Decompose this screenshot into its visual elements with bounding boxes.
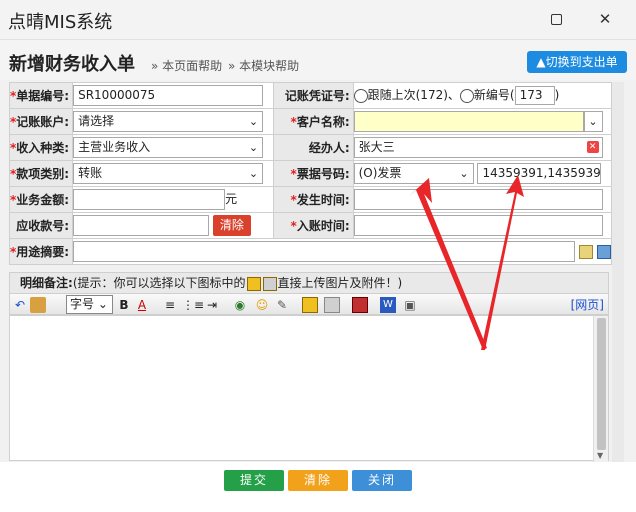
follow-last-radio[interactable]: [353, 88, 368, 103]
paste-icon[interactable]: [30, 297, 46, 313]
bill-type-select[interactable]: (O)发票 ⌄: [353, 163, 474, 184]
undo-icon[interactable]: ↶: [12, 297, 28, 313]
close-window-button[interactable]: ✕: [590, 8, 620, 32]
bold-icon[interactable]: B: [116, 297, 132, 313]
window-title: 点晴MIS系统: [8, 12, 113, 33]
clear-receivable-button[interactable]: 清除: [212, 215, 251, 236]
clear-button[interactable]: 清除: [288, 470, 348, 491]
page-header: 新增财务收入单 » 本页面帮助 » 本模块帮助 ▲切换到支出单: [0, 40, 636, 80]
font-color-icon[interactable]: A: [134, 297, 150, 313]
attachment-upload-icon: [262, 276, 277, 291]
occur-time-label: *发生时间:: [273, 186, 354, 213]
window-titlebar: 点晴MIS系统 ✕: [0, 0, 636, 40]
account-select[interactable]: 请选择 ⌄: [73, 111, 264, 132]
income-type-label: *收入种类:: [8, 134, 74, 161]
detail-label: 明细备注:: [20, 276, 73, 290]
link-icon[interactable]: ◉: [232, 297, 248, 313]
clear-icon[interactable]: ✕: [586, 141, 599, 153]
entry-time-input[interactable]: [353, 215, 603, 236]
new-number-label: 新编号(: [473, 88, 515, 102]
form-row: *用途摘要:: [8, 238, 612, 265]
chevron-down-icon: ⌄: [248, 167, 259, 180]
form-row: 应收款号: 清除 *入账时间:: [8, 212, 612, 239]
new-number-input[interactable]: 173: [514, 86, 555, 105]
edit-icon[interactable]: [596, 244, 611, 259]
preview-icon[interactable]: ▣: [402, 297, 418, 313]
submit-button[interactable]: 提交: [224, 470, 284, 491]
close-button[interactable]: 关闭: [352, 470, 412, 491]
detail-editor[interactable]: ▼: [9, 315, 609, 462]
scroll-thumb[interactable]: [597, 318, 606, 450]
customer-input[interactable]: [353, 111, 584, 132]
income-form: *单据编号: SR10000075 记账凭证号: 跟随上次(172)、 新编号(1…: [8, 82, 612, 265]
form-row: *款项类别: 转账 ⌄ *票据号码: (O)发票 ⌄ 14359391,143593…: [8, 160, 612, 187]
voucher-number-label: 记账凭证号:: [273, 82, 354, 109]
purpose-label: *用途摘要:: [8, 238, 74, 265]
page-title: 新增财务收入单: [9, 54, 135, 75]
income-type-select[interactable]: 主营业务收入 ⌄: [73, 137, 264, 158]
chevron-down-icon: ⌄: [248, 141, 259, 154]
entry-time-label: *入账时间:: [273, 212, 354, 239]
close-icon: ✕: [598, 10, 612, 28]
ordered-list-icon[interactable]: ⋮≡: [182, 297, 204, 313]
action-bar: 提交 清除 关闭: [0, 462, 636, 512]
editor-toolbar: ↶ 字号 ⌄ B A ≡ ⋮≡ ⇥ ◉ ☺ ✎ W ▣ [网页]: [9, 293, 609, 315]
form-row: *业务金额: 元 *发生时间:: [8, 186, 612, 213]
account-label: *记账账户:: [8, 108, 74, 135]
detail-header: 明细备注:(提示：你可以选择以下图标中的 直接上传图片及附件！): [9, 272, 609, 294]
image-upload-icon: [246, 276, 261, 291]
module-help-link[interactable]: » 本模块帮助: [228, 57, 299, 74]
receivable-input[interactable]: [73, 215, 210, 236]
currency-unit: 元: [225, 192, 238, 206]
handler-input[interactable]: 张大三 ✕: [353, 137, 603, 158]
new-number-radio[interactable]: [459, 88, 474, 103]
attachment-upload-icon[interactable]: [324, 297, 340, 313]
pick-icon[interactable]: [578, 244, 593, 259]
editor-scrollbar[interactable]: ▼: [593, 316, 608, 462]
page-scrollbar[interactable]: [612, 82, 624, 462]
occur-time-input[interactable]: [353, 189, 603, 210]
handler-label: 经办人:: [273, 134, 354, 161]
follow-last-label: 跟随上次(172)、: [367, 88, 460, 102]
image-upload-icon[interactable]: [302, 297, 318, 313]
chevron-down-icon: ⌄: [459, 167, 469, 180]
maximize-button[interactable]: [541, 8, 571, 32]
insert-icon[interactable]: ✎: [274, 297, 290, 313]
align-icon[interactable]: ≡: [162, 297, 178, 313]
amount-label: *业务金额:: [8, 186, 74, 213]
maximize-icon: [550, 14, 562, 25]
chevron-down-icon: ⌄: [588, 115, 598, 128]
doc-number-label: *单据编号:: [8, 82, 74, 109]
scroll-down-icon[interactable]: ▼: [597, 451, 603, 460]
customer-label: *客户名称:: [273, 108, 354, 135]
doc-number-input[interactable]: SR10000075: [73, 85, 264, 106]
form-row: *记账账户: 请选择 ⌄ *客户名称: ⌄: [8, 108, 612, 135]
switch-to-expense-button[interactable]: ▲切换到支出单: [527, 51, 627, 73]
payment-type-select[interactable]: 转账 ⌄: [73, 163, 264, 184]
font-size-select[interactable]: 字号 ⌄: [66, 295, 113, 314]
bill-number-label: *票据号码:: [273, 160, 354, 187]
page: 新增财务收入单 » 本页面帮助 » 本模块帮助 ▲切换到支出单 *单据编号: S…: [0, 40, 636, 512]
bill-number-input[interactable]: 14359391,14359392: [477, 163, 602, 184]
table-icon[interactable]: [352, 297, 368, 313]
payment-type-label: *款项类别:: [8, 160, 74, 187]
amount-input[interactable]: [73, 189, 226, 210]
emoticon-icon[interactable]: ☺: [254, 297, 270, 313]
indent-icon[interactable]: ⇥: [204, 297, 220, 313]
chevron-down-icon: ⌄: [248, 115, 259, 128]
receivable-label: 应收款号:: [8, 212, 74, 239]
purpose-input[interactable]: [73, 241, 576, 262]
page-help-link[interactable]: » 本页面帮助: [151, 57, 222, 74]
form-row: *收入种类: 主营业务收入 ⌄ 经办人: 张大三 ✕: [8, 134, 612, 161]
word-icon[interactable]: W: [380, 297, 396, 313]
chevron-down-icon: ⌄: [97, 297, 108, 311]
customer-dropdown-button[interactable]: ⌄: [583, 111, 603, 132]
web-mode-link[interactable]: [网页]: [571, 296, 604, 313]
form-row: *单据编号: SR10000075 记账凭证号: 跟随上次(172)、 新编号(1…: [8, 82, 612, 109]
